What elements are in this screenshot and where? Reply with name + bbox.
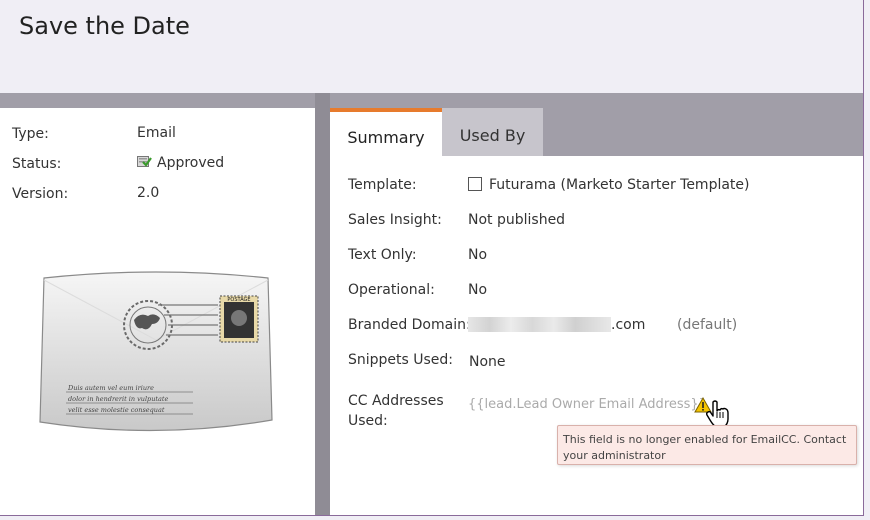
page-title: Save the Date <box>19 12 190 40</box>
branded-domain-value: .com <box>468 317 645 333</box>
hand-cursor-icon <box>706 400 729 428</box>
snippets-value: None <box>469 354 506 370</box>
cc-addresses-label-line1: CC Addresses <box>348 393 444 409</box>
template-checkbox-icon <box>468 177 482 191</box>
sales-insight-label: Sales Insight: <box>348 212 442 228</box>
cc-addresses-value: {{lead.Lead Owner Email Address}} <box>468 397 707 412</box>
sales-insight-value: Not published <box>468 212 566 228</box>
page-header: Save the Date <box>0 0 863 93</box>
operational-value: No <box>468 282 488 298</box>
script-line-1: Duis autem vel eum iriure <box>67 384 154 392</box>
email-thumbnail: POSTAGE Duis autem vel eum iriure dolor … <box>39 271 273 432</box>
text-only-label: Text Only: <box>348 247 417 263</box>
operational-label: Operational: <box>348 282 435 298</box>
script-line-3: velit esse molestie consequat <box>68 406 165 414</box>
cc-disabled-tooltip: This field is no longer enabled for Emai… <box>557 425 857 465</box>
panel-splitter[interactable] <box>315 93 330 515</box>
app-window: Save the Date Type: Email Status: Approv… <box>0 0 864 516</box>
approved-icon <box>137 156 152 167</box>
status-value: Approved <box>137 155 224 171</box>
status-label: Status: <box>12 156 62 172</box>
text-only-value: No <box>468 247 488 263</box>
domain-suffix: .com <box>611 317 646 333</box>
template-name[interactable]: Futurama (Marketo Starter Template) <box>489 177 750 193</box>
type-label: Type: <box>12 126 49 142</box>
tab-summary[interactable]: Summary <box>330 108 442 156</box>
template-label: Template: <box>348 177 417 193</box>
branded-domain-label: Branded Domain: <box>348 317 471 333</box>
version-value: 2.0 <box>137 185 160 201</box>
template-value[interactable]: Futurama (Marketo Starter Template) <box>468 177 750 193</box>
snippets-label: Snippets Used: <box>348 352 454 368</box>
stamp-label: POSTAGE <box>227 297 250 303</box>
status-text: Approved <box>157 155 225 171</box>
version-label: Version: <box>12 186 69 202</box>
tab-used-by[interactable]: Used By <box>442 108 543 156</box>
type-value: Email <box>137 125 176 141</box>
cc-addresses-label-line2: Used: <box>348 413 388 429</box>
redacted-domain <box>468 317 611 332</box>
branded-domain-default: (default) <box>677 317 738 333</box>
script-line-2: dolor in hendrerit in vulputate <box>68 395 168 403</box>
